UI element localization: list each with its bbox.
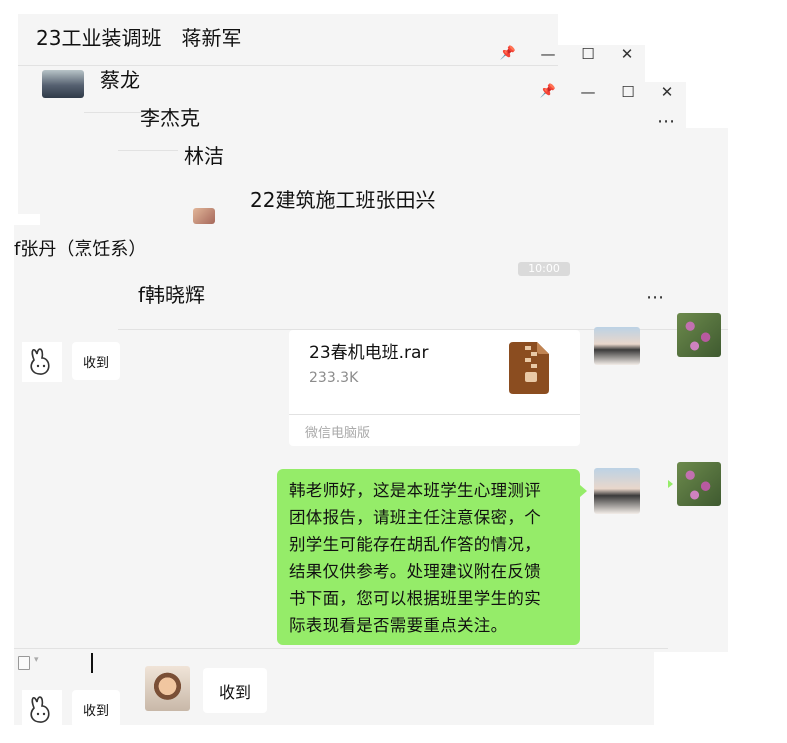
file-source: 微信电脑版 [305,426,371,441]
window-title-jianzhu: 22建筑施工班张田兴 [250,188,436,212]
pin-icon[interactable]: 📌 [538,82,558,102]
bunny-avatar-icon [22,690,62,730]
chevron-down-icon[interactable]: ▾ [34,655,39,665]
pin-icon[interactable]: 📌 [498,44,518,64]
window-title-cailong: 蔡龙 [100,68,140,92]
maximize-button[interactable]: ☐ [618,82,638,102]
close-button[interactable]: ✕ [657,82,677,102]
divider [84,112,144,113]
more-icon[interactable]: ⋯ [645,288,665,308]
window-title-hanxiaohui: f韩晓辉 [138,283,206,307]
file-size: 233.3K [309,370,359,386]
window-title-linjie: 林洁 [184,144,224,168]
text-cursor [91,653,93,673]
message-text: 韩老师好，这是本班学生心理测评 团体报告，请班主任注意保密，个 别学生可能存在胡… [289,481,541,635]
minimize-button[interactable]: — [538,44,558,64]
avatar [193,208,215,224]
message-bubble: 收到 [72,690,120,728]
bunny-avatar-icon [22,342,62,382]
divider [14,648,668,649]
divider [289,414,580,415]
file-name: 23春机电班.rar [309,343,429,363]
message-bubble-arrow [668,480,673,488]
avatar [677,313,721,357]
avatar [677,462,721,506]
avatar [145,666,190,711]
avatar [594,468,640,514]
message-bubble-self: 韩老师好，这是本班学生心理测评 团体报告，请班主任注意保密，个 别学生可能存在胡… [277,469,587,645]
divider [18,65,558,66]
message-bubble: 收到 [72,342,120,380]
rar-file-icon [509,342,549,394]
message-bubble: 收到 [203,668,267,713]
window-title-zhangdan: f张丹（烹饪系） [14,239,147,260]
file-icon[interactable] [18,656,30,670]
close-button[interactable]: ✕ [617,44,637,64]
avatar [594,327,640,365]
window-title-lijieke: 李杰克 [140,106,200,130]
more-icon[interactable]: ⋯ [656,112,676,132]
avatar [42,70,84,98]
file-message-card[interactable]: 23春机电班.rar 233.3K 微信电脑版 [289,330,580,446]
timestamp: 10:00 [518,262,570,276]
window-title-gongye: 23工业装调班 蒋新军 [36,26,242,50]
divider [118,150,178,151]
maximize-button[interactable]: ☐ [578,44,598,64]
minimize-button[interactable]: — [578,82,598,102]
